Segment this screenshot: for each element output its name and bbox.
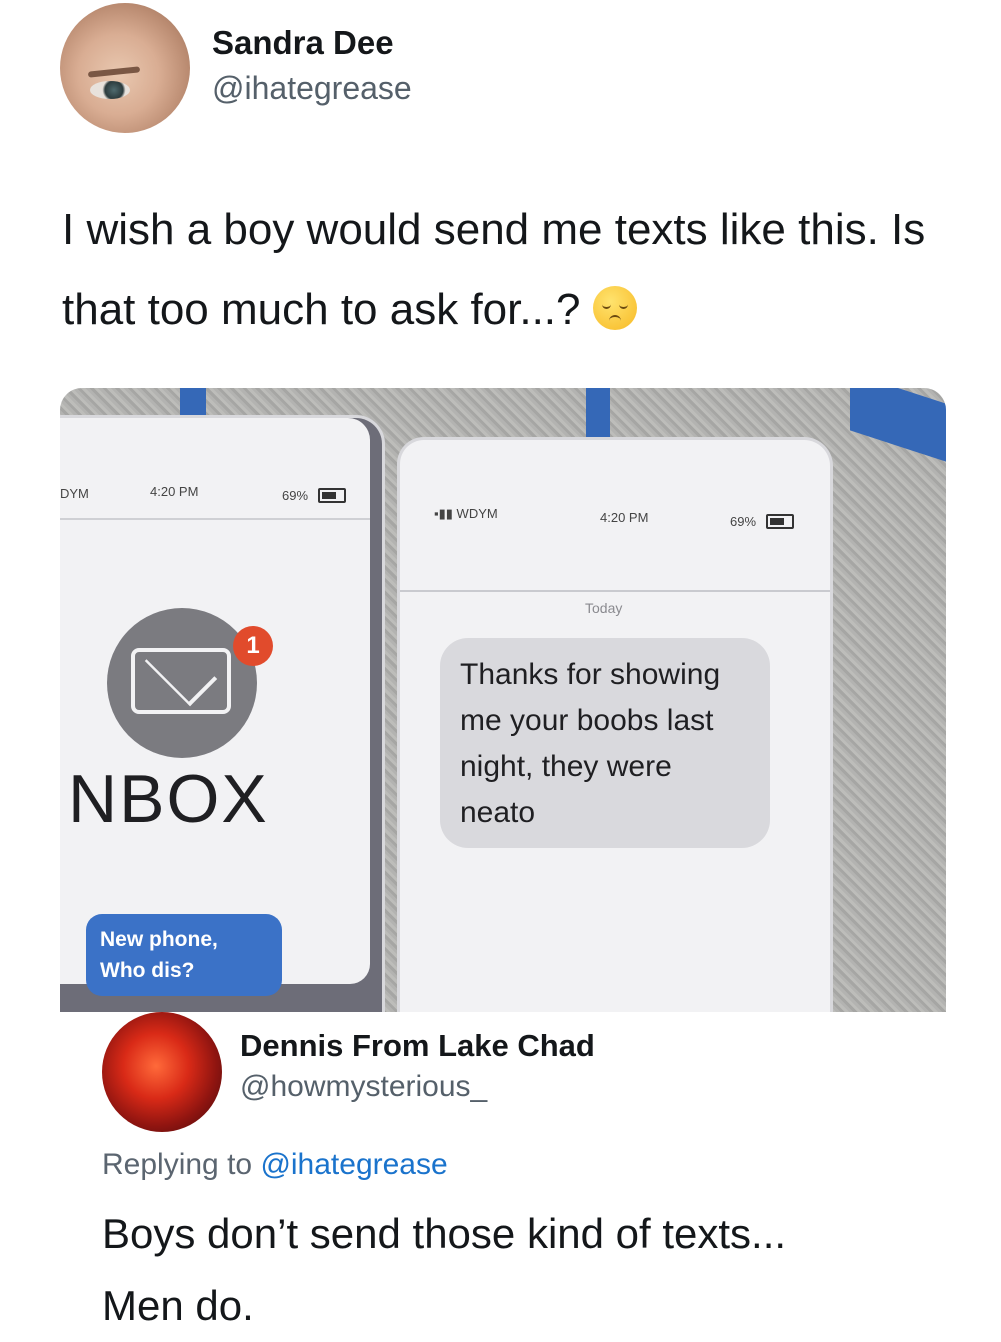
battery-icon bbox=[765, 514, 794, 529]
battery-icon bbox=[317, 488, 346, 503]
status-time: 4:20 PM bbox=[600, 510, 649, 525]
replying-handle-link[interactable]: @ihategrease bbox=[260, 1148, 447, 1181]
avatar-brow bbox=[87, 66, 141, 78]
blue-strip bbox=[850, 388, 946, 462]
status-divider bbox=[400, 590, 830, 592]
avatar-sandra-dee[interactable] bbox=[60, 3, 190, 133]
status-battery: 69% bbox=[730, 514, 794, 529]
avatar-dennis[interactable] bbox=[102, 1012, 222, 1132]
replying-to: Replying to @ihategrease bbox=[102, 1148, 448, 1182]
author-name[interactable]: Sandra Dee bbox=[212, 24, 394, 62]
inbox-card-face: DYM 4:20 PM 69% 1 NBOX New phone, Who di… bbox=[60, 418, 370, 996]
envelope-icon bbox=[131, 648, 231, 714]
replying-label: Replying to bbox=[102, 1148, 253, 1181]
notification-badge: 1 bbox=[233, 626, 273, 666]
pensive-face-icon bbox=[592, 286, 637, 330]
gray-message-bubble: Thanks for showing me your boobs last ni… bbox=[440, 638, 770, 848]
inbox-icon: 1 bbox=[107, 608, 273, 758]
inbox-title: NBOX bbox=[68, 761, 269, 837]
reply-author-name[interactable]: Dennis From Lake Chad bbox=[240, 1028, 595, 1064]
date-label: Today bbox=[585, 600, 623, 616]
status-battery: 69% bbox=[282, 488, 346, 503]
message-card: ▪▮▮ WDYM 4:20 PM 69% Today Thanks for sh… bbox=[400, 440, 830, 1012]
author-handle[interactable]: @ihategrease bbox=[212, 70, 412, 107]
inbox-card: DYM 4:20 PM 69% 1 NBOX New phone, Who di… bbox=[60, 418, 382, 1012]
tweet-body: I wish a boy would send me texts like th… bbox=[62, 205, 926, 334]
avatar-eye bbox=[90, 81, 130, 99]
signal-icon: ▪▮▮ bbox=[434, 506, 453, 521]
reply-line-2: Men do. bbox=[102, 1282, 254, 1329]
tweet-text: I wish a boy would send me texts like th… bbox=[62, 190, 942, 350]
battery-percent: 69% bbox=[730, 514, 757, 529]
blue-message-bubble: New phone, Who dis? bbox=[86, 914, 282, 996]
reply-text: Boys don’t send those kind of texts... M… bbox=[102, 1198, 962, 1342]
carrier-name: WDYM bbox=[456, 506, 498, 521]
status-carrier: ▪▮▮ WDYM bbox=[434, 506, 498, 522]
status-carrier: DYM bbox=[60, 486, 89, 501]
reply-line-1: Boys don’t send those kind of texts... bbox=[102, 1210, 787, 1257]
status-divider bbox=[60, 518, 370, 520]
battery-percent: 69% bbox=[282, 488, 309, 503]
reply-author-handle[interactable]: @howmysterious_ bbox=[240, 1070, 487, 1104]
tweet-photo[interactable]: DYM 4:20 PM 69% 1 NBOX New phone, Who di… bbox=[60, 388, 946, 1012]
status-time: 4:20 PM bbox=[150, 484, 199, 499]
